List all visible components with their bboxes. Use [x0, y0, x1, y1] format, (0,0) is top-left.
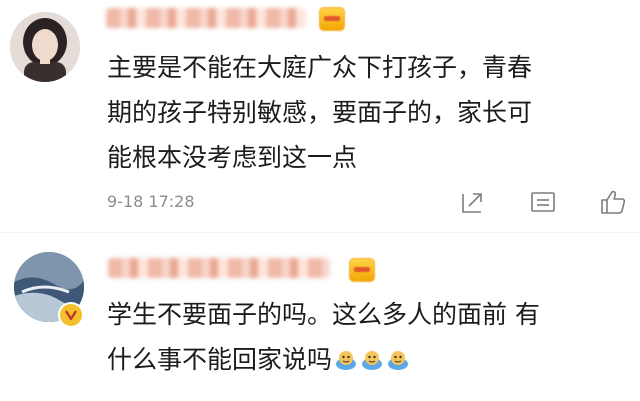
- comment-timestamp: 9-18 17:28: [107, 192, 195, 211]
- comment-item: 主要是不能在大庭广众下打孩子，青春 期的孩子特别敏感，要面子的，家长可 能根本没…: [0, 0, 640, 232]
- vip-badge-icon: [319, 7, 345, 31]
- comment-icon[interactable]: [529, 188, 557, 216]
- doge-icon: [334, 341, 358, 370]
- like-icon[interactable]: [599, 188, 627, 216]
- username-blurred[interactable]: [108, 258, 330, 278]
- comment-line: 期的孩子特别敏感，要面子的，家长可: [107, 98, 533, 127]
- comment-text: 学生不要面子的吗。这么多人的面前 有 什么事不能回家说吗: [107, 292, 540, 382]
- comment-item: 学生不要面子的吗。这么多人的面前 有 什么事不能回家说吗: [0, 232, 640, 401]
- username-blurred[interactable]: [106, 8, 306, 28]
- comment-line-with-emoji: 什么事不能回家说吗: [107, 337, 540, 382]
- avatar[interactable]: [10, 12, 80, 82]
- comment-line: 主要是不能在大庭广众下打孩子，青春: [107, 53, 533, 82]
- vip-badge-icon: [349, 258, 375, 282]
- comment-text: 主要是不能在大庭广众下打孩子，青春 期的孩子特别敏感，要面子的，家长可 能根本没…: [107, 45, 532, 180]
- share-icon[interactable]: [459, 188, 487, 216]
- comment-line: 什么事不能回家说吗: [107, 345, 333, 374]
- comment-line: 学生不要面子的吗。这么多人的面前 有: [107, 300, 540, 329]
- comment-line: 能根本没考虑到这一点: [107, 143, 358, 172]
- doge-icon: [386, 341, 410, 370]
- verified-badge-icon: [58, 302, 84, 328]
- doge-icon: [360, 341, 384, 370]
